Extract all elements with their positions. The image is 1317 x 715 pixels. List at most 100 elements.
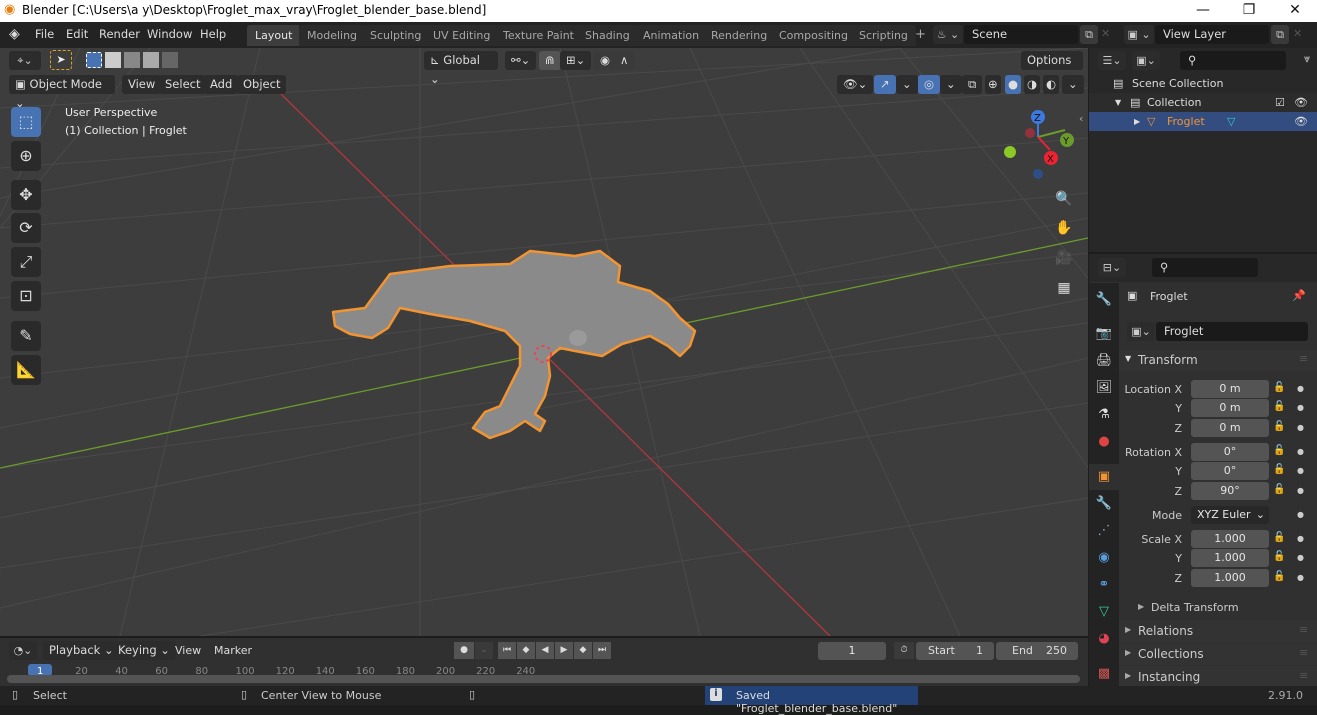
proportional-edit-icon[interactable]: ◉: [594, 51, 617, 70]
play-reverse-icon[interactable]: ◀: [536, 642, 554, 659]
add-workspace-button[interactable]: +: [915, 27, 926, 42]
menu-render[interactable]: Render: [99, 27, 140, 41]
tab-tool-icon[interactable]: 🔧: [1089, 287, 1119, 313]
options-dropdown[interactable]: Options ⌄: [1021, 51, 1083, 86]
mode-set-icon[interactable]: [86, 52, 102, 68]
transform-panel-header[interactable]: ▼ Transform ≡: [1119, 350, 1317, 371]
gizmo-neg-y[interactable]: [1004, 146, 1016, 158]
camera-view-icon[interactable]: 🎥: [1051, 245, 1077, 271]
mode-intersect-icon[interactable]: [162, 52, 178, 68]
tab-shading[interactable]: Shading: [577, 25, 638, 46]
outliner-display-mode-icon[interactable]: ☰⌄: [1098, 51, 1126, 70]
expand-arrow-icon[interactable]: ▼: [1115, 93, 1121, 112]
outliner-item-scene-collection[interactable]: ▤ Scene Collection: [1089, 74, 1317, 93]
editor-type-icon[interactable]: ⌖⌄: [9, 51, 41, 70]
drag-handle-icon[interactable]: ≡: [1299, 646, 1308, 659]
mode-extend-icon[interactable]: [105, 52, 121, 68]
selectability-visibility-icon[interactable]: 👁⌄: [837, 75, 874, 94]
drag-handle-icon[interactable]: ≡: [1299, 352, 1308, 365]
scale-z-field[interactable]: 1.000: [1191, 569, 1269, 587]
mesh-data-icon[interactable]: ▽: [1227, 112, 1235, 131]
tab-scripting[interactable]: Scripting: [851, 25, 916, 46]
gizmo-neg-x[interactable]: [1025, 128, 1035, 138]
tab-rendering[interactable]: Rendering: [703, 25, 776, 46]
lock-icon[interactable]: 🔓: [1273, 532, 1285, 543]
scale-x-field[interactable]: 1.000: [1191, 530, 1269, 548]
perspective-toggle-icon[interactable]: ▦: [1051, 275, 1077, 301]
timeline-editor-type-icon[interactable]: ◔⌄: [9, 641, 37, 660]
lock-icon[interactable]: 🔓: [1273, 401, 1285, 412]
relations-panel-header[interactable]: ▶ Relations ≡: [1119, 620, 1317, 642]
tab-animation[interactable]: Animation: [635, 25, 708, 46]
timeline-menu-keying[interactable]: Keying ⌄: [112, 641, 176, 660]
view-layer-name-field[interactable]: View Layer: [1155, 25, 1269, 44]
gizmo-dropdown[interactable]: ⌄: [896, 75, 918, 94]
pin-icon[interactable]: 📌: [1292, 289, 1306, 302]
menu-edit[interactable]: Edit: [66, 27, 88, 41]
overlay-dropdown[interactable]: ⌄: [940, 75, 962, 94]
jump-prev-keyframe-icon[interactable]: ◆: [517, 642, 535, 659]
keyframe-dot-icon[interactable]: ●: [1297, 486, 1304, 495]
shading-dropdown[interactable]: ⌄: [1062, 75, 1084, 94]
gizmo-toggle-icon[interactable]: ↗: [874, 75, 896, 94]
lock-icon[interactable]: 🔓: [1273, 445, 1285, 456]
sidebar-toggle-icon[interactable]: ‹: [1079, 112, 1083, 125]
scene-selector-icon[interactable]: ♨ ⌄: [933, 25, 963, 44]
pan-view-icon[interactable]: ✋: [1051, 215, 1077, 241]
tab-uv-editing[interactable]: UV Editing: [425, 25, 499, 46]
delta-transform-subpanel[interactable]: ▶ Delta Transform: [1128, 598, 1317, 618]
menu-file[interactable]: File: [35, 27, 54, 41]
viewport-menu-view[interactable]: View: [122, 75, 162, 94]
lock-icon[interactable]: 🔓: [1273, 551, 1285, 562]
lock-icon[interactable]: 🔓: [1273, 484, 1285, 495]
keyframe-dot-icon[interactable]: ●: [1297, 510, 1304, 519]
tab-modeling[interactable]: Modeling: [299, 25, 366, 46]
visibility-eye-icon[interactable]: 👁: [1294, 112, 1308, 131]
keyframe-dot-icon[interactable]: ●: [1297, 534, 1304, 543]
tool-move[interactable]: ✥: [11, 180, 41, 210]
object-mode-dropdown[interactable]: ▣ Object Mode ⌄: [9, 75, 115, 110]
location-y-field[interactable]: 0 m: [1191, 399, 1269, 417]
tab-layout[interactable]: Layout: [247, 25, 301, 46]
keyframe-dot-icon[interactable]: ●: [1297, 447, 1304, 456]
blender-menu-icon[interactable]: ◈: [9, 26, 20, 42]
menu-window[interactable]: Window: [147, 27, 192, 41]
properties-search-input[interactable]: ⚲: [1152, 258, 1258, 277]
mode-subtract-icon[interactable]: [124, 52, 140, 68]
outliner-item-froglet[interactable]: ▶ ▽ Froglet ▽ 👁: [1089, 112, 1317, 131]
shading-wireframe-icon[interactable]: ⊕: [985, 75, 1001, 94]
keyframe-dot-icon[interactable]: ●: [1297, 466, 1304, 475]
timeline-scrollbar[interactable]: [7, 675, 1080, 683]
jump-start-icon[interactable]: ⏮: [498, 642, 516, 659]
filter-icon[interactable]: ⩔: [1304, 52, 1310, 66]
lock-icon[interactable]: 🔓: [1273, 382, 1285, 393]
minimize-button[interactable]: —: [1180, 0, 1226, 22]
rotation-x-field[interactable]: 0°: [1191, 443, 1269, 461]
viewport-menu-select[interactable]: Select: [159, 75, 207, 94]
exclude-checkbox[interactable]: ☑: [1275, 93, 1285, 112]
auto-keying-dropdown[interactable]: ⌄: [475, 642, 493, 659]
overlay-toggle-icon[interactable]: ◎: [918, 75, 941, 94]
tab-compositing[interactable]: Compositing: [771, 25, 856, 46]
delete-scene-icon[interactable]: ✕: [1101, 27, 1110, 40]
keyframe-dot-icon[interactable]: ●: [1297, 384, 1304, 393]
tool-scale[interactable]: ⤢: [11, 247, 41, 277]
start-frame-field[interactable]: Start 1: [916, 642, 994, 660]
select-box-tool-icon[interactable]: ➤: [50, 50, 72, 70]
mode-difference-icon[interactable]: [143, 52, 159, 68]
timeline-menu-view[interactable]: View: [175, 644, 201, 657]
viewport-menu-object[interactable]: Object: [237, 75, 287, 94]
new-scene-icon[interactable]: ⧉: [1080, 25, 1098, 44]
keyframe-dot-icon[interactable]: ●: [1297, 553, 1304, 562]
scale-y-field[interactable]: 1.000: [1191, 549, 1269, 567]
menu-help[interactable]: Help: [200, 27, 226, 41]
location-x-field[interactable]: 0 m: [1191, 380, 1269, 398]
maximize-button[interactable]: ❐: [1226, 0, 1272, 22]
end-frame-field[interactable]: End 250: [996, 642, 1078, 660]
properties-editor-type-icon[interactable]: ⊟⌄: [1098, 258, 1126, 277]
timeline-menu-playback[interactable]: Playback ⌄: [43, 641, 120, 660]
auto-keying-icon[interactable]: ●: [454, 642, 474, 659]
snap-toggle-icon[interactable]: ⋒: [539, 51, 561, 70]
viewport-menu-add[interactable]: Add: [204, 75, 239, 94]
tool-cursor[interactable]: ⊕: [11, 141, 41, 171]
